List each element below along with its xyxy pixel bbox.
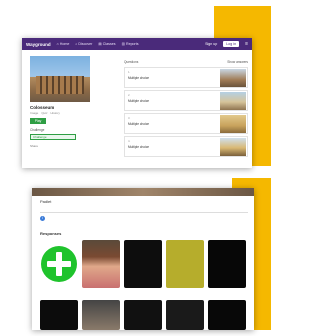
play-button[interactable]: Play xyxy=(30,118,46,124)
question-text: Multiple choice xyxy=(128,76,150,80)
question-thumbnail xyxy=(220,69,246,87)
nav-item-home[interactable]: ⌂ Home xyxy=(57,42,70,46)
response-tile[interactable] xyxy=(208,300,246,330)
question-thumbnail xyxy=(220,115,246,133)
challenge-heading: Challenge xyxy=(30,128,45,132)
nav-item-classes[interactable]: ▤ Classes xyxy=(98,42,115,46)
quiz-cover-image xyxy=(30,56,90,102)
search-icon: ⌕ xyxy=(75,42,78,46)
nav-item-discover[interactable]: ⌕ Discover xyxy=(75,42,92,46)
response-tile[interactable] xyxy=(208,240,246,288)
menu-icon[interactable]: ≡ xyxy=(245,41,248,47)
quiz-meta: Image Quiz History xyxy=(30,111,122,115)
response-tile[interactable] xyxy=(40,300,78,330)
question-item[interactable]: 1. Multiple choice xyxy=(124,67,248,88)
quiz-meta-item: Image xyxy=(30,111,39,115)
nav-item-label: Reports xyxy=(125,42,139,46)
padlet-screenshot-card: Padlet i Responses xyxy=(32,188,254,330)
question-thumbnail xyxy=(220,138,246,156)
question-item[interactable]: 2. Multiple choice xyxy=(124,90,248,111)
top-nav: Wayground ⌂ Home ⌕ Discover ▤ Classes ▥ Repo… xyxy=(22,38,252,50)
nav-item-reports[interactable]: ▥ Reports xyxy=(122,42,139,46)
brand-logo[interactable]: Wayground xyxy=(26,42,51,47)
divider xyxy=(40,212,248,213)
nav-item-label: Classes xyxy=(102,42,116,46)
board-title: Padlet xyxy=(40,199,52,204)
quiz-meta-item: History xyxy=(50,111,60,115)
question-item[interactable]: 4. Multiple choice xyxy=(124,136,248,157)
response-tile[interactable] xyxy=(124,240,162,288)
quiz-screenshot-card: Wayground ⌂ Home ⌕ Discover ▤ Classes ▥ Repo… xyxy=(22,38,252,168)
login-button[interactable]: Log in xyxy=(223,41,240,47)
nav-item-label: Discover xyxy=(78,42,93,46)
share-link[interactable]: Share xyxy=(30,144,122,148)
question-text: Multiple choice xyxy=(128,145,150,149)
board-banner xyxy=(32,188,254,196)
response-tile[interactable] xyxy=(166,300,204,330)
info-icon[interactable]: i xyxy=(40,216,45,221)
nav-item-label: Home xyxy=(59,42,70,46)
signup-link[interactable]: Sign up xyxy=(205,42,217,46)
questions-heading: Questions xyxy=(124,60,139,64)
question-item[interactable]: 3. Multiple choice xyxy=(124,113,248,134)
question-text: Multiple choice xyxy=(128,122,150,126)
plus-icon xyxy=(41,246,77,282)
question-thumbnail xyxy=(220,92,246,110)
challenge-button[interactable]: Challenge xyxy=(30,134,76,140)
quiz-summary: Colosseum Image Quiz History Play Challe… xyxy=(30,56,122,148)
response-tile[interactable] xyxy=(166,240,204,288)
response-tile[interactable] xyxy=(82,300,120,330)
question-list-header: Questions Show answers xyxy=(124,60,248,64)
add-response-button[interactable] xyxy=(40,240,78,288)
book-icon: ▤ xyxy=(98,42,102,46)
responses-count: Responses xyxy=(40,231,62,236)
response-tile[interactable] xyxy=(124,300,162,330)
show-answers-link[interactable]: Show answers xyxy=(227,60,248,64)
quiz-meta-item: Quiz xyxy=(41,111,48,115)
question-list: Questions Show answers 1. Multiple choic… xyxy=(124,60,248,159)
question-text: Multiple choice xyxy=(128,99,150,103)
response-tile[interactable] xyxy=(82,240,120,288)
home-icon: ⌂ xyxy=(56,42,59,46)
quiz-title: Colosseum xyxy=(30,105,55,110)
chart-icon: ▥ xyxy=(121,42,125,46)
